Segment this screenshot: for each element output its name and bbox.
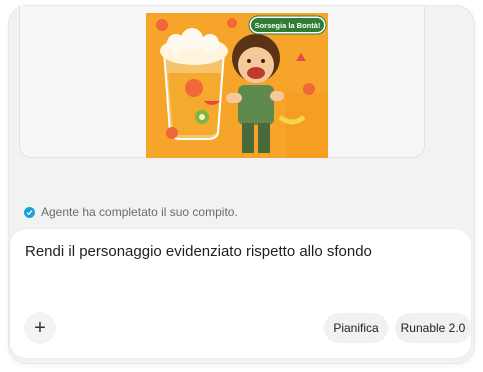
attachment-card: Sorsegia la Bontà! <box>19 6 425 158</box>
task-status: Agente ha completato il suo compito. <box>24 204 238 220</box>
badge-text: Sorsegia la Bontà! <box>255 21 321 30</box>
chat-panel: Sorsegia la Bontà! Agente ha completato … <box>9 6 474 363</box>
plan-button[interactable]: Pianifica <box>324 313 388 343</box>
check-circle-icon <box>24 206 35 218</box>
add-attachment-button[interactable]: + <box>24 312 56 344</box>
message-composer: Rendi il personaggio evidenziato rispett… <box>10 229 471 358</box>
juice-illustration-image[interactable]: Sorsegia la Bontà! <box>146 13 328 158</box>
plus-icon: + <box>34 316 46 339</box>
model-selector-button[interactable]: Runable 2.0 <box>395 313 471 343</box>
message-input[interactable]: Rendi il personaggio evidenziato rispett… <box>25 243 372 260</box>
status-text: Agente ha completato il suo compito. <box>41 205 238 219</box>
illustration-art: Sorsegia la Bontà! <box>146 13 328 158</box>
